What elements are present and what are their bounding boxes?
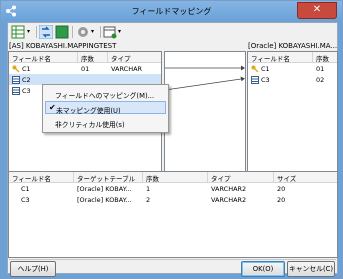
grid-header: フィールド名 序数 [248, 52, 337, 63]
toolbar-separator [100, 26, 101, 38]
column-header[interactable]: フィールド名 [12, 53, 51, 63]
footer-divider [9, 259, 336, 260]
help-button[interactable]: ヘルプ(H) [10, 261, 56, 277]
column-header[interactable]: フィールド名 [12, 173, 51, 183]
title-bar[interactable]: フィールドマッピング ✕ [1, 1, 342, 21]
column-divider[interactable] [273, 172, 274, 182]
target-table: [Oracle] KOBAY... [77, 196, 132, 204]
column-header[interactable]: フィールド名 [251, 53, 290, 63]
column-divider[interactable] [312, 52, 313, 62]
mapping-lines [165, 65, 245, 91]
toolbar-separator [72, 26, 73, 38]
table-row[interactable]: C1 01 VARCHAR [9, 63, 161, 74]
table-row[interactable]: C3 [Oracle] KOBAY... 2 VARCHAR2 20 [9, 194, 337, 205]
menu-item-label: フィールドへのマッピング(M)... [55, 92, 155, 100]
field-name: C1 [261, 65, 270, 73]
menu-item-label: 未マッピング使用(U) [56, 107, 121, 115]
grid-header: フィールド名 序数 タイプ [9, 52, 161, 63]
menu-item-map-to-field[interactable]: フィールドへのマッピング(M)... [45, 87, 166, 100]
close-button[interactable]: ✕ [297, 2, 337, 19]
target-table: [Oracle] KOBAY... [77, 185, 132, 193]
field-ordinal: 02 [316, 76, 325, 84]
field-name: C3 [21, 196, 30, 204]
dropdown-arrow-icon[interactable]: ▾ [91, 25, 97, 39]
column-icon [12, 76, 20, 84]
field-name: C3 [22, 87, 31, 95]
field-ordinal: 1 [146, 185, 151, 193]
mapping-mode-icon[interactable] [55, 25, 69, 39]
mapping-connector-area[interactable] [164, 51, 246, 187]
ok-button[interactable]: OK(O) [241, 261, 285, 277]
target-fields-grid[interactable]: フィールド名 序数 C1 01 C3 02 [247, 51, 338, 187]
column-divider[interactable] [107, 52, 108, 62]
column-header[interactable]: タイプ [111, 53, 131, 63]
column-header[interactable]: ターゲットテーブル [77, 173, 135, 183]
table-row[interactable]: C1 [Oracle] KOBAY... 1 VARCHAR2 20 [9, 183, 337, 194]
field-ordinal: 2 [146, 196, 151, 204]
column-header[interactable]: 序数 [316, 53, 329, 63]
auto-map-icon[interactable] [39, 25, 53, 39]
table-row[interactable]: C3 02 [248, 74, 337, 85]
table-row[interactable]: C1 01 [248, 63, 337, 74]
column-divider[interactable] [142, 172, 143, 182]
column-divider[interactable] [207, 172, 208, 182]
field-ordinal: 01 [81, 65, 90, 73]
column-divider[interactable] [77, 52, 78, 62]
column-header[interactable]: サイズ [277, 173, 296, 183]
dropdown-arrow-icon[interactable]: ▾ [27, 25, 33, 39]
menu-item-label: 非クリティカル使用(s) [55, 121, 125, 129]
field-name: C1 [22, 65, 31, 73]
field-ordinal: 01 [316, 65, 325, 73]
grid-header: フィールド名 ターゲットテーブル 序数 タイプ サイズ [9, 172, 337, 183]
column-icon [12, 87, 20, 95]
dialog-window: フィールドマッピング ✕ ▾ ▾ ▾ [AS] KOBAYASHI.MAPPIN… [0, 0, 343, 279]
key-icon [12, 65, 20, 73]
field-type: VARCHAR2 [211, 196, 247, 204]
menu-item-use-unmapped[interactable]: ✔ 未マッピング使用(U) [45, 101, 166, 115]
field-name: C3 [261, 76, 270, 84]
source-table-caption: [AS] KOBAYASHI.MAPPINGTEST [9, 42, 117, 50]
column-header[interactable]: 序数 [81, 53, 94, 63]
column-header[interactable]: 序数 [146, 173, 159, 183]
column-header[interactable]: タイプ [211, 173, 231, 183]
key-icon [251, 65, 259, 73]
dropdown-arrow-icon[interactable]: ▾ [118, 25, 124, 39]
column-divider[interactable] [73, 172, 74, 182]
dialog-body: ▾ ▾ ▾ [AS] KOBAYASHI.MAPPINGTEST [Oracle… [7, 22, 338, 277]
context-menu: フィールドへのマッピング(M)... ✔ 未マッピング使用(U) 非クリティカル… [42, 84, 169, 133]
checkmark-icon: ✔ [49, 103, 56, 112]
mapped-fields-table[interactable]: フィールド名 ターゲットテーブル 序数 タイプ サイズ C1 [Oracle] … [8, 171, 338, 258]
field-type: VARCHAR [111, 65, 143, 73]
cancel-button[interactable]: キャンセル(C) [287, 261, 335, 277]
field-name: C1 [21, 185, 30, 193]
window-title: フィールドマッピング [131, 7, 212, 16]
grid-view-icon[interactable] [11, 25, 25, 39]
field-size: 20 [277, 196, 286, 204]
field-type: VARCHAR2 [211, 185, 247, 193]
field-size: 20 [277, 185, 286, 193]
settings-icon[interactable] [76, 25, 90, 39]
column-icon [251, 76, 259, 84]
toolbar-separator [36, 26, 37, 38]
toolbar: ▾ ▾ ▾ [8, 23, 337, 41]
table-properties-icon[interactable] [103, 25, 117, 39]
target-table-caption: [Oracle] KOBAYASHI.MA... [248, 42, 338, 50]
field-name: C2 [22, 76, 31, 84]
menu-item-non-critical[interactable]: 非クリティカル使用(s) [45, 116, 166, 129]
